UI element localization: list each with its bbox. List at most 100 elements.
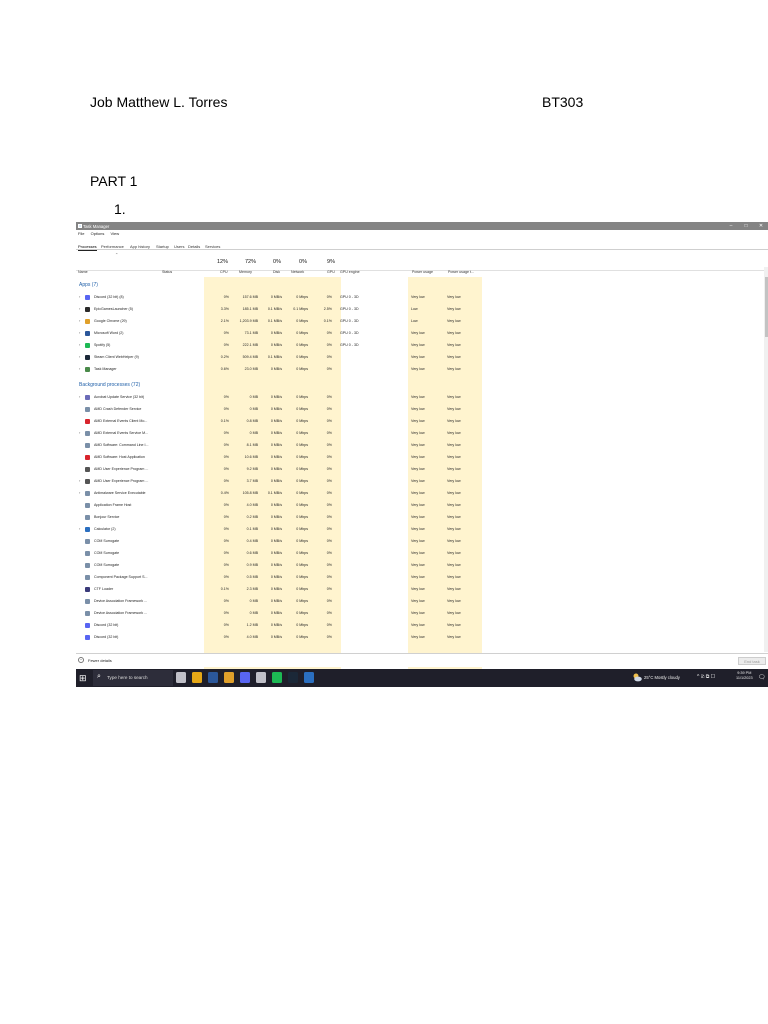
table-row[interactable]: › Discord (32 bit) (8) 0% 157.6 MB 0 MB/s 0 M… [76,292,768,304]
cell-gpu: 0% [326,330,332,335]
table-row[interactable]: › Task Manager 0.6% 23.0 MB 0 MB/s 0 Mbps 0% Ve… [76,364,768,376]
table-row[interactable]: › EpicGamesLauncher (5) 3.3% 185.1 MB 0.1 MB… [76,304,768,316]
end-task-button[interactable]: End task [738,657,766,665]
minimize-button[interactable]: – [724,222,738,230]
cell-disk: 0 MB/s [270,366,282,371]
weather-icon[interactable] [632,672,642,683]
header-status[interactable]: Status [162,270,172,274]
chevron-right-icon[interactable]: › [79,342,80,347]
taskbar-search-box[interactable]: ⌕ Type here to search [93,670,173,686]
header-power-usage[interactable]: Power usage [412,270,433,274]
tab-startup[interactable]: Startup [156,244,169,249]
cell-memory: 509.4 MB [242,354,258,359]
close-button[interactable]: ✕ [754,222,768,230]
tab-processes[interactable]: Processes [78,244,97,251]
menu-view[interactable]: View [111,231,120,236]
chevron-right-icon[interactable]: › [79,430,80,435]
table-row[interactable]: › AMD User Experience Program ... 0% 3.7 MB… [76,476,768,488]
header-disk[interactable]: Disk [273,270,280,274]
tab-users[interactable]: Users [174,244,184,249]
pinned-app-icon[interactable] [304,672,314,683]
chevron-right-icon[interactable]: › [79,306,80,311]
pinned-app-icon[interactable] [240,672,250,683]
chevron-right-icon[interactable]: › [79,490,80,495]
chevron-right-icon[interactable]: › [79,394,80,399]
cell-power: Very low [411,610,425,615]
table-row[interactable]: Discord (32 bit) 0% 4.0 MB 0 MB/s 0 Mbps 0% Ve… [76,632,768,644]
header-gpu[interactable]: GPU [327,270,335,274]
header-gpu-engine[interactable]: GPU engine [340,270,360,274]
table-row[interactable]: › Acrobat Update Service (32 bit) 0% 0 MB 0 … [76,392,768,404]
pinned-app-icon[interactable] [288,672,298,683]
process-icon [85,431,90,436]
chevron-right-icon[interactable]: › [79,478,80,483]
fewer-details-link[interactable]: Fewer details [88,658,112,663]
scrollbar[interactable] [764,267,768,652]
table-row[interactable]: Device Association Framework ... 0% 0 MB 0 … [76,608,768,620]
header-name[interactable]: Name [78,270,88,274]
table-row[interactable]: COM Surrogate 0% 0.6 MB 0 MB/s 0 Mbps 0% Very … [76,548,768,560]
table-row[interactable]: Bonjour Service 0% 0.2 MB 0 MB/s 0 Mbps 0% Ver… [76,512,768,524]
windows-start-icon[interactable]: ⊞ [79,673,89,683]
cell-memory: 4.0 MB [246,502,258,507]
chevron-right-icon[interactable]: › [79,526,80,531]
chevron-right-icon[interactable]: › [79,354,80,359]
system-tray-icons[interactable]: ^ 🗈 ⧉ ☐ [697,674,715,682]
cell-disk: 0 MB/s [270,430,282,435]
cell-power: Very low [411,294,425,299]
cell-cpu: 0% [223,538,229,543]
pinned-app-icon[interactable] [272,672,282,683]
tab-app-history[interactable]: App history [130,244,150,249]
cell-power: Very low [411,622,425,627]
header-cpu[interactable]: CPU [220,270,228,274]
chevron-up-icon[interactable]: ⌃ [78,657,84,663]
menu-options[interactable]: Options [91,231,105,236]
pinned-app-icon[interactable] [192,672,202,683]
weather-text[interactable]: 25°C Mostly cloudy [644,675,680,680]
chevron-right-icon[interactable]: › [79,318,80,323]
tab-services[interactable]: Services [205,244,220,249]
table-row[interactable]: › Calculator (2) 0% 0.1 MB 0 MB/s 0 Mbps 0% Ver… [76,524,768,536]
process-icon [85,443,90,448]
pinned-app-icon[interactable] [224,672,234,683]
notification-icon[interactable]: 🗨 [758,674,766,681]
table-row[interactable]: Component Package Support S... 0% 0.5 MB 0 … [76,572,768,584]
cell-network: 0 Mbps [296,586,308,591]
table-row[interactable]: Application Frame Host 0% 4.0 MB 0 MB/s 0 Mb… [76,500,768,512]
table-row[interactable]: Discord (32 bit) 0% 1.2 MB 0 MB/s 0 Mbps 0% Ve… [76,620,768,632]
table-row[interactable]: › Steam Client WebHelper (9) 0.2% 509.4 MB 0… [76,352,768,364]
cell-disk: 0 MB/s [270,330,282,335]
scrollbar-thumb[interactable] [764,277,768,337]
table-row[interactable]: COM Surrogate 0% 0.4 MB 0 MB/s 0 Mbps 0% Very … [76,536,768,548]
maximize-button[interactable]: □ [739,222,753,230]
header-power-usage-trend[interactable]: Power usage t... [448,270,474,274]
table-row[interactable]: › Microsoft Word (2) 0% 73.1 MB 0 MB/s 0 Mbps… [76,328,768,340]
pinned-app-icon[interactable] [256,672,266,683]
table-row[interactable]: Device Association Framework ... 0% 0 MB 0 … [76,596,768,608]
chevron-right-icon[interactable]: › [79,366,80,371]
clock[interactable]: 9:39 PM 11/1/2023 [736,671,753,681]
chevron-right-icon[interactable]: › [79,330,80,335]
table-row[interactable]: AMD External Events Client Mo... 0.1% 0.8 … [76,416,768,428]
table-row[interactable]: AMD User Experience Program ... 0% 9.2 MB 0… [76,464,768,476]
header-memory[interactable]: Memory [239,270,252,274]
table-row[interactable]: AMD Crash Defender Service 0% 0 MB 0 MB/s 0 … [76,404,768,416]
pinned-app-icon[interactable] [176,672,186,683]
course-code: BT303 [542,94,584,110]
pinned-app-icon[interactable] [208,672,218,683]
table-row[interactable]: AMD Software: Command Line I... 0% 8.1 MB 0… [76,440,768,452]
table-row[interactable]: AMD Software: Host Application 0% 10.6 MB 0… [76,452,768,464]
tab-details[interactable]: Details [188,244,200,249]
menu-file[interactable]: File [78,231,84,236]
chevron-right-icon[interactable]: › [79,294,80,299]
table-row[interactable]: › Google Chrome (29) 2.1% 1,203.9 MB 0.1 MB/… [76,316,768,328]
cell-disk: 0 MB/s [270,622,282,627]
cell-disk: 0 MB/s [270,406,282,411]
table-row[interactable]: › AMD External Events Service M... 0% 0 MB 0… [76,428,768,440]
table-row[interactable]: CTF Loader 0.1% 2.3 MB 0 MB/s 0 Mbps 0% Very l… [76,584,768,596]
table-row[interactable]: › Antimalware Service Executable 0.4% 105.8… [76,488,768,500]
table-row[interactable]: › Spotify (5) 0% 222.1 MB 0 MB/s 0 Mbps 0% GPU … [76,340,768,352]
header-network[interactable]: Network [291,270,304,274]
table-row[interactable]: COM Surrogate 0% 0.9 MB 0 MB/s 0 Mbps 0% Very … [76,560,768,572]
tab-performance[interactable]: Performance [101,244,124,249]
